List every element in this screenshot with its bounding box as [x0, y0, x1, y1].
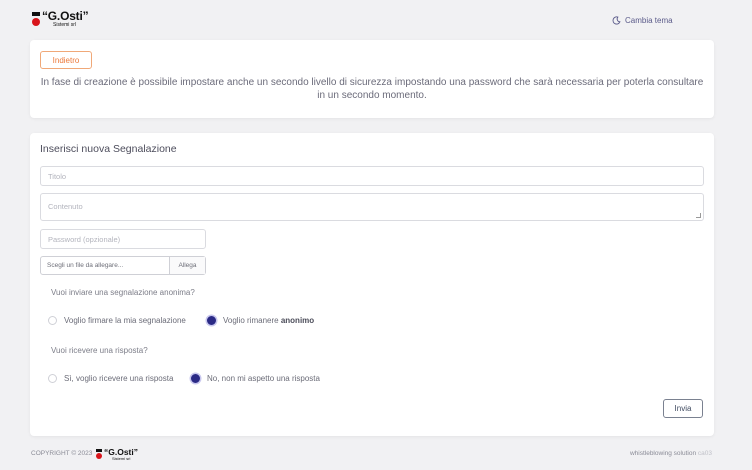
file-upload[interactable]: Scegli un file da allegare... Allega: [40, 256, 206, 275]
attach-button[interactable]: Allega: [169, 257, 205, 274]
report-form-card: Inserisci nuova Segnalazione Titolo Cont…: [30, 133, 714, 436]
header: “G.Osti” Sistemi srl Cambia tema: [0, 0, 752, 38]
intro-card: Indietro In fase di creazione è possibil…: [30, 40, 714, 118]
radio-anonymous-label: Voglio rimanere anonimo: [223, 316, 314, 325]
password-input[interactable]: Password (opzionale): [40, 229, 206, 249]
submit-button[interactable]: Invia: [663, 399, 703, 418]
theme-toggle-button[interactable]: Cambia tema: [612, 14, 673, 26]
moon-icon: [612, 15, 621, 25]
radio-no-reply[interactable]: No, non mi aspetto una risposta: [191, 374, 320, 383]
radio-circle-checked-icon[interactable]: [207, 316, 216, 325]
radio-circle-icon[interactable]: [48, 316, 57, 325]
radio-anonymous-bold: anonimo: [280, 316, 315, 325]
copyright-text: COPYRIGHT © 2023: [31, 450, 93, 457]
info-text: In fase di creazione è possibile imposta…: [40, 77, 704, 101]
form-title: Inserisci nuova Segnalazione: [40, 143, 177, 155]
radio-sign-label: Voglio firmare la mia segnalazione: [64, 316, 186, 325]
version-text: whistleblowing solution ca03: [630, 450, 712, 457]
radio-stay-anonymous[interactable]: Voglio rimanere anonimo: [207, 316, 314, 325]
question-anonymous: Vuoi inviare una segnalazione anonima?: [51, 288, 195, 297]
radio-sign-report[interactable]: Voglio firmare la mia segnalazione: [48, 316, 186, 325]
radio-circle-checked-icon[interactable]: [191, 374, 200, 383]
logo-subtitle: Sistemi srl: [53, 22, 77, 28]
back-button[interactable]: Indietro: [40, 51, 92, 69]
logo-name: “G.Osti”: [42, 9, 89, 23]
logo-mark: [96, 449, 102, 452]
title-input[interactable]: Titolo: [40, 166, 704, 186]
theme-toggle-label: Cambia tema: [625, 15, 673, 25]
logo-dot: [96, 453, 102, 459]
version-code: ca03: [697, 450, 712, 457]
question-reply: Vuoi ricevere una risposta?: [51, 346, 148, 355]
file-upload-label[interactable]: Scegli un file da allegare...: [41, 257, 169, 274]
radio-anonymous-prefix: Voglio rimanere: [223, 316, 279, 325]
content-placeholder: Contenuto: [48, 202, 83, 211]
logo-dot: [32, 18, 40, 26]
radio-want-reply-label: Sì, voglio ricevere una risposta: [64, 374, 174, 383]
content-textarea[interactable]: Contenuto: [40, 193, 704, 221]
radio-circle-icon[interactable]: [48, 374, 57, 383]
company-logo[interactable]: “G.Osti” Sistemi srl: [32, 9, 94, 30]
footer-logo-subtitle: Sistemi srl: [112, 456, 131, 461]
footer-logo[interactable]: “G.Osti” Sistemi srl: [96, 447, 142, 461]
radio-no-reply-label: No, non mi aspetto una risposta: [207, 374, 320, 383]
logo-mark: [32, 12, 40, 16]
footer: COPYRIGHT © 2023 “G.Osti” Sistemi srl wh…: [0, 440, 752, 470]
radio-want-reply[interactable]: Sì, voglio ricevere una risposta: [48, 374, 173, 383]
product-name: whistleblowing solution: [629, 450, 697, 457]
resize-handle-icon[interactable]: [696, 213, 701, 218]
